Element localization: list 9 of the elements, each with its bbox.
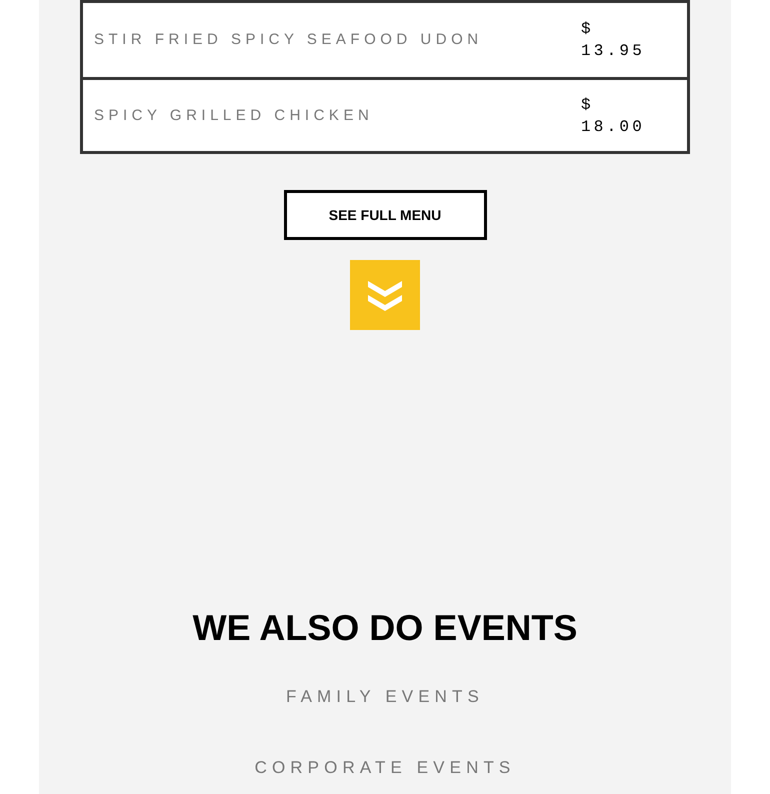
scroll-down-button[interactable] [350, 260, 420, 330]
dish-price: $ 18.00 [581, 94, 646, 138]
dish-name: SPICY GRILLED CHICKEN [94, 106, 374, 124]
events-heading: WE ALSO DO EVENTS [192, 606, 578, 650]
dish-name: STIR FRIED SPICY SEAFOOD UDON [94, 31, 483, 48]
event-type: FAMILY EVENTS [286, 686, 484, 708]
dish-price: $ 13.95 [581, 19, 646, 62]
see-full-menu-button[interactable]: SEE FULL MENU [284, 190, 486, 240]
event-type: CORPORATE EVENTS [254, 757, 516, 779]
